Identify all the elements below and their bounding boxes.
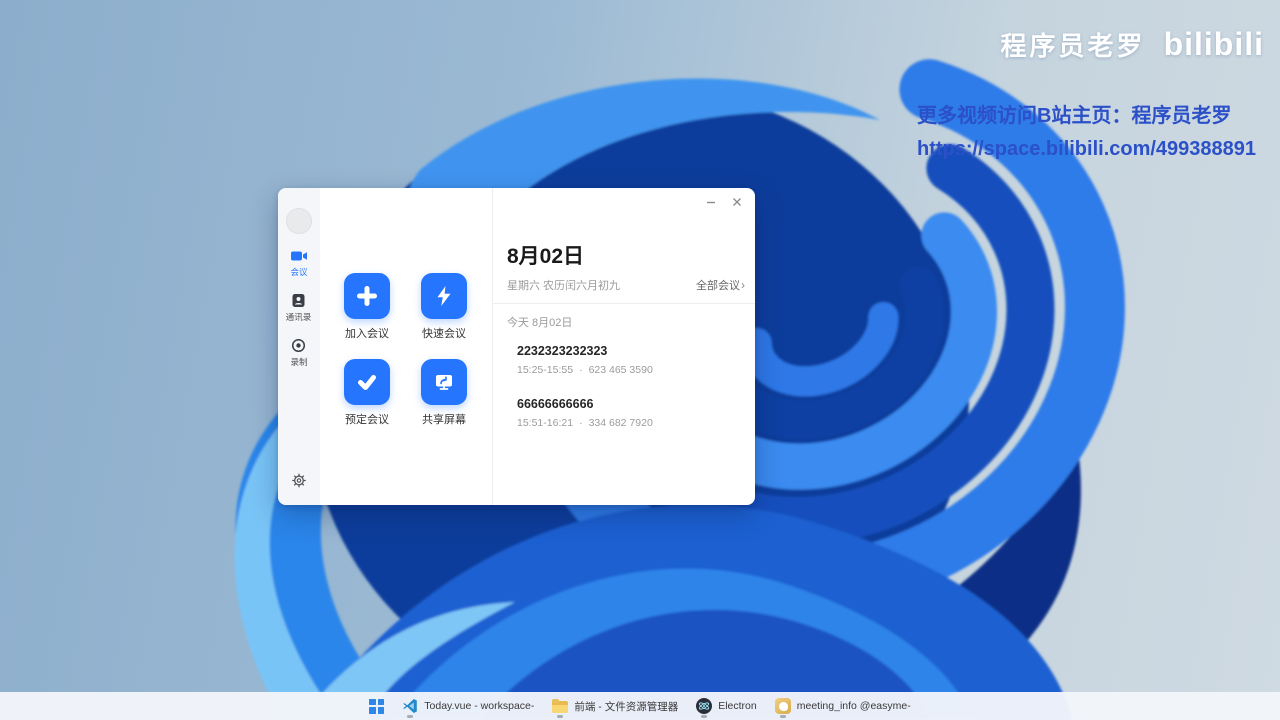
taskbar-item-explorer[interactable]: 前端 - 文件资源管理器 [544,692,686,720]
action-grid: 加入会议 快速会议 预定会议 共享屏幕 [344,273,467,427]
sidebar-item-label: 会议 [290,267,308,277]
settings-button[interactable] [292,473,307,493]
contacts-icon [292,294,305,307]
today-label: 今天 8月02日 [507,317,573,329]
lightning-icon [437,286,451,306]
gear-icon [292,473,306,488]
taskbar: Today.vue - workspace- 前端 - 文件资源管理器 Elec… [0,692,1280,720]
action-label: 快速会议 [422,328,466,340]
sidebar-item-meeting[interactable]: 会议 [290,249,308,278]
channel-name: 程序员老罗 [1000,31,1146,61]
taskbar-item-label: Electron [718,700,757,712]
meeting-number: 334 682 7920 [588,417,653,429]
plus-icon [357,286,377,306]
minimize-icon [707,201,715,204]
promo-line-2: https://space.bilibili.com/499388891 [917,138,1257,160]
chevron-right-icon: › [741,278,745,292]
dot-separator: · [579,364,583,376]
promo-line-1: 更多视频访问B站主页：程序员老罗 [917,105,1232,127]
running-indicator [701,715,708,718]
taskbar-item-electron[interactable]: Electron [688,692,765,720]
action-quick-meeting[interactable]: 快速会议 [421,273,467,341]
record-icon [292,338,306,353]
taskbar-item-label: 前端 - 文件资源管理器 [574,700,679,713]
running-indicator [557,715,564,718]
taskbar-item-label: Today.vue - workspace- [424,700,535,712]
bilibili-logo: bilibili [1163,26,1264,62]
meeting-window: 会议 通讯录 录制 加入会议 快速会议 预定会议 共享屏幕 8月02日 星期六 … [278,188,755,505]
sidebar-item-label: 录制 [290,357,308,367]
meeting-title: 2232323232323 [517,344,608,358]
dot-separator: · [579,417,583,429]
desktop: 程序员老罗 bilibili 更多视频访问B站主页：程序员老罗 https://… [0,0,1280,720]
window-controls [701,193,747,211]
meeting-time: 15:25-15:55 [517,364,574,376]
taskbar-item-meeting-info[interactable]: meeting_info @easyme- [767,692,919,720]
start-button[interactable] [361,692,392,720]
close-button[interactable] [727,193,747,211]
divider [493,303,755,304]
meeting-item[interactable]: 2232323232323 15:25-15:55 · 623 465 3590 [507,344,745,376]
taskbar-item-label: meeting_info @easyme- [796,700,911,712]
sidebar-item-contacts[interactable]: 通讯录 [285,293,312,323]
folder-icon [552,699,569,713]
window-sidebar: 会议 通讯录 录制 [278,188,320,505]
action-label: 加入会议 [345,328,389,340]
action-schedule-meeting[interactable]: 预定会议 [344,359,390,427]
actions-panel: 加入会议 快速会议 预定会议 共享屏幕 [320,188,492,505]
action-label: 预定会议 [345,414,389,426]
taskbar-item-vscode[interactable]: Today.vue - workspace- [394,692,542,720]
vscode-icon [403,699,418,713]
meeting-title: 66666666666 [517,397,594,411]
action-share-screen[interactable]: 共享屏幕 [421,359,467,427]
date-subtitle: 星期六 农历闰六月初九 [507,280,621,292]
all-meetings-button[interactable]: 全部会议 › [696,277,745,293]
running-indicator [407,715,414,718]
check-icon [358,375,376,390]
minimize-button[interactable] [701,193,721,211]
windows-logo-icon [369,698,385,714]
date-title: 8月02日 [507,245,585,268]
sidebar-item-label: 通讯录 [286,312,312,322]
avatar[interactable] [286,208,312,234]
promo-text: 更多视频访问B站主页：程序员老罗 https://space.bilibili.… [917,100,1256,166]
meeting-number: 623 465 3590 [588,364,653,376]
meeting-time: 15:51-16:21 [517,417,574,429]
action-label: 共享屏幕 [422,414,466,426]
meeting-item[interactable]: 66666666666 15:51-16:21 · 334 682 7920 [507,397,745,429]
schedule-panel: 8月02日 星期六 农历闰六月初九 全部会议 › 今天 8月02日 223232… [492,188,755,505]
channel-branding: 程序员老罗 bilibili [1001,26,1264,63]
close-icon [733,198,741,206]
running-indicator [779,715,786,718]
sidebar-item-recording[interactable]: 录制 [290,338,308,368]
video-camera-icon [290,251,307,261]
meeting-list: 2232323232323 15:25-15:55 · 623 465 3590… [507,344,745,429]
meeting-app-icon [774,698,791,714]
action-join-meeting[interactable]: 加入会议 [344,273,390,341]
share-screen-icon [436,375,452,390]
electron-icon [696,698,713,714]
